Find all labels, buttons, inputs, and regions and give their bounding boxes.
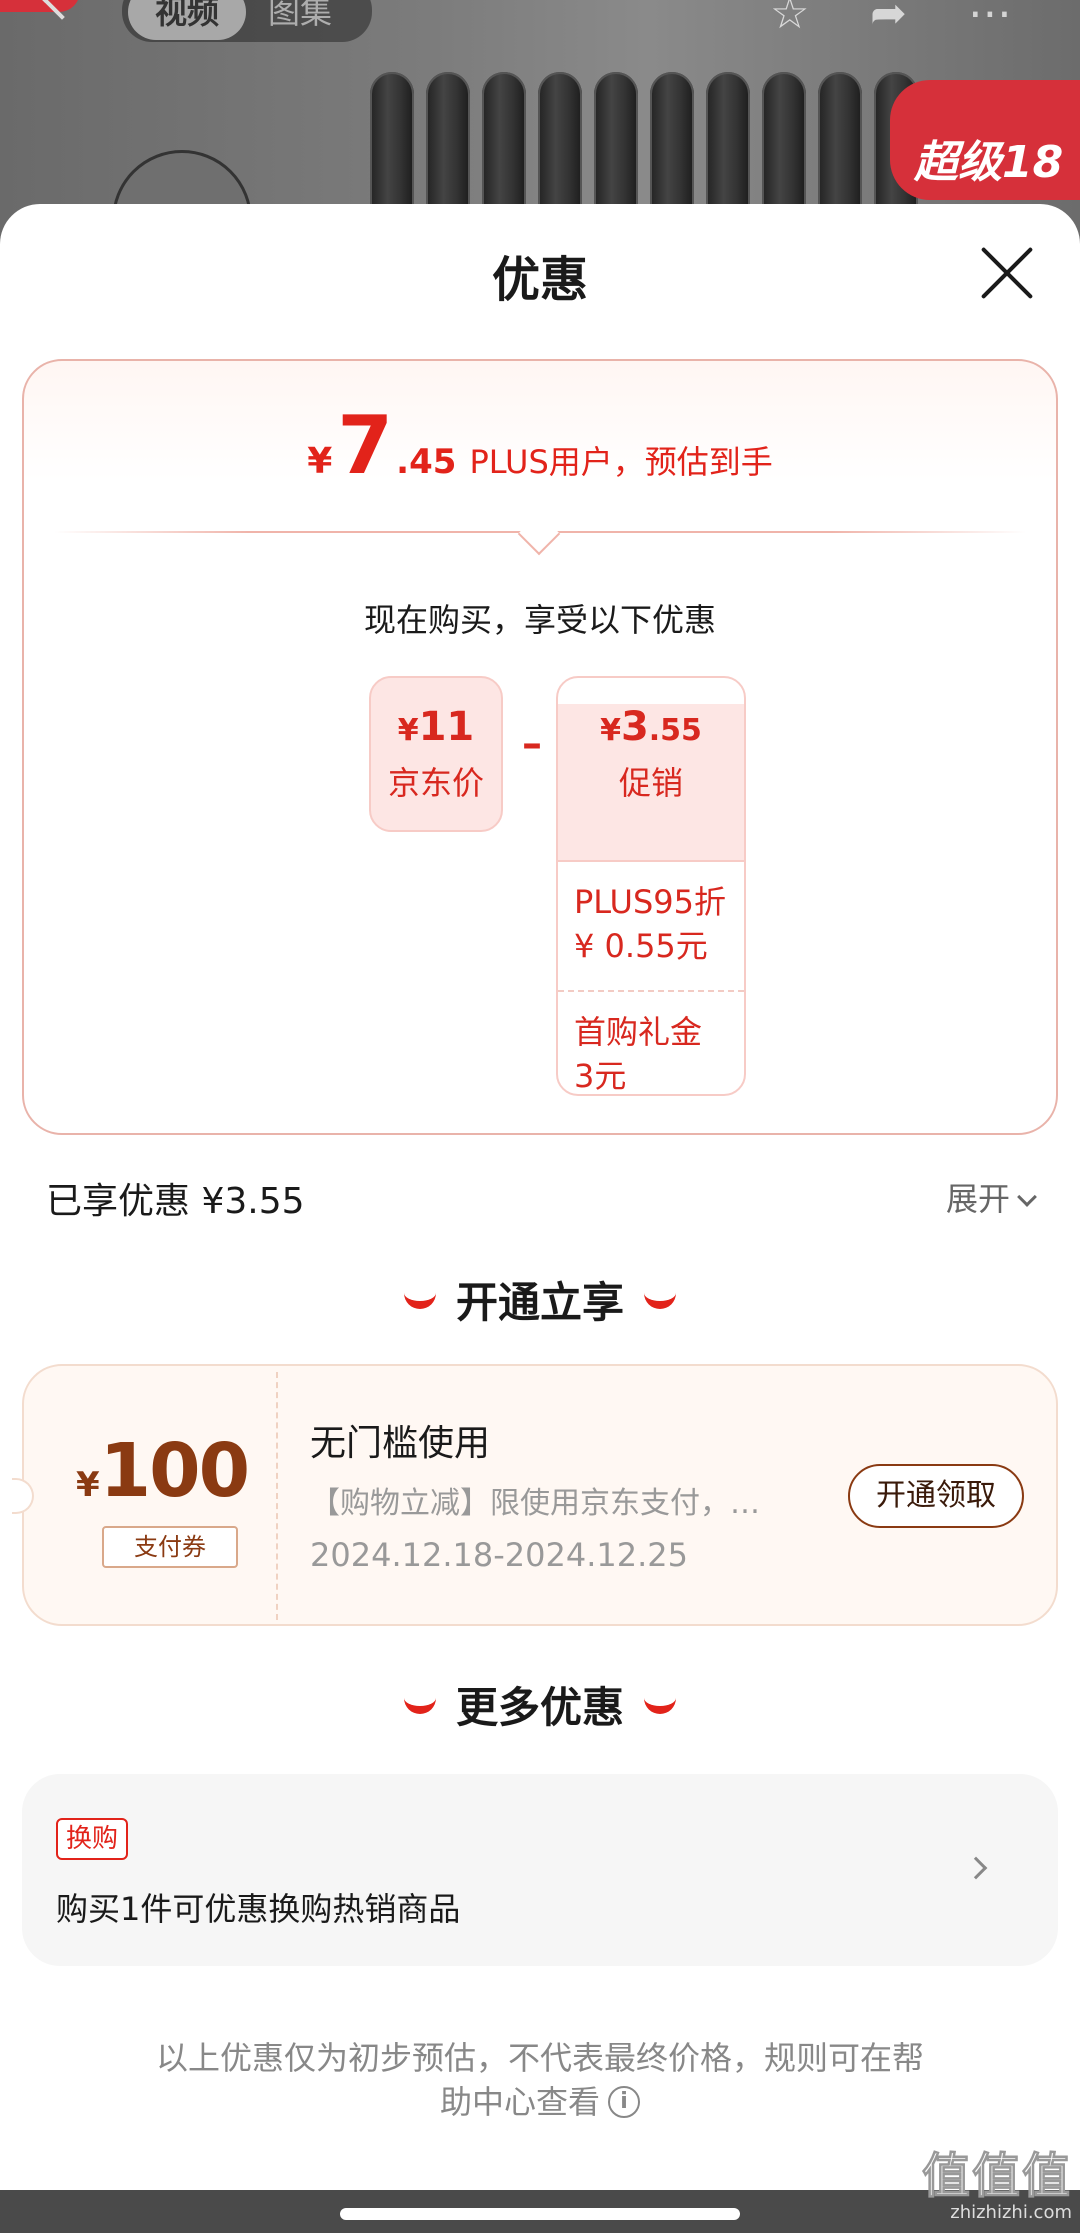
minus-sign: –: [522, 721, 542, 767]
expand-button[interactable]: 展开: [945, 1174, 1037, 1220]
promo-detail-plus: PLUS95折 ¥ 0.55元: [558, 860, 744, 990]
coupon-notch: [12, 1478, 34, 1514]
coupon-validity: 2024.12.18-2024.12.25: [310, 1536, 688, 1574]
promo-detail-amount: ¥ 0.55元: [574, 927, 708, 965]
section-open-heading: 开通立享: [0, 1269, 1080, 1330]
jd-price-label: 京东价: [387, 764, 484, 802]
divider-notch: [517, 512, 561, 556]
smile-decor-icon: [403, 1291, 436, 1309]
estimated-price: ¥ 7 .45 PLUS用户，预估到手: [24, 399, 1056, 492]
promo-detail-title: PLUS95折: [574, 883, 726, 921]
promo-currency: ¥: [600, 713, 621, 748]
estimate-label: PLUS用户，预估到手: [469, 443, 773, 481]
offer-tag: 换购: [56, 1818, 128, 1860]
discount-sheet: 优惠 ¥ 7 .45 PLUS用户，预估到手 现在购买，享受以下优惠 ¥11 京…: [0, 204, 1080, 2233]
info-icon[interactable]: i: [608, 2086, 640, 2118]
promo-badge: 超级18: [890, 80, 1080, 200]
disclaimer-line-2: 助中心查看: [439, 2083, 600, 2121]
promo-label: 促销: [618, 764, 683, 802]
promo-detail-title: 首购礼金: [574, 1013, 703, 1051]
watermark-url: zhizhizhi.com: [950, 2202, 1072, 2223]
coupon-description: 【购物立减】限使用京东支付，…: [310, 1486, 760, 1521]
tab-video[interactable]: 视频: [128, 0, 246, 40]
offer-text: 购买1件可优惠换购热销商品: [56, 1890, 461, 1928]
coupon-amount: ¥100: [76, 1428, 256, 1514]
breakdown-heading: 现在购买，享受以下优惠: [363, 601, 716, 639]
jd-price-currency: ¥: [397, 713, 419, 748]
price-estimate-card: ¥ 7 .45 PLUS用户，预估到手 现在购买，享受以下优惠 ¥11 京东价 …: [22, 359, 1058, 1135]
smile-decor-icon: [403, 1696, 436, 1714]
smile-decor-icon: [644, 1696, 676, 1714]
coupon-title: 无门槛使用: [310, 1423, 491, 1464]
product-image: [370, 72, 930, 222]
watermark-logo: 值值值: [921, 2148, 1072, 2204]
section-more-title: 更多优惠: [455, 1683, 624, 1732]
expand-label: 展开: [945, 1180, 1010, 1218]
section-open-title: 开通立享: [455, 1278, 624, 1327]
promo-box: ¥3.55 促销 PLUS95折 ¥ 0.55元 首购礼金 3元: [556, 676, 746, 1096]
coupon-currency: ¥: [76, 1465, 100, 1505]
claim-coupon-button[interactable]: 开通领取: [848, 1464, 1024, 1528]
promo-integer: 3: [620, 704, 649, 750]
enjoyed-discount: 已享优惠 ¥3.55: [46, 1181, 305, 1222]
jd-price-box: ¥11 京东价: [369, 676, 503, 832]
promo-detail-first-purchase: 首购礼金 3元: [558, 990, 744, 1095]
coupon-separator: [276, 1372, 278, 1620]
promo-decimal: .55: [648, 713, 702, 748]
watermark: 值值值 zhizhizhi.com: [921, 2148, 1072, 2224]
trade-up-offer[interactable]: 换购 购买1件可优惠换购热销商品: [22, 1774, 1058, 1966]
jd-price-value: 11: [418, 704, 475, 750]
disclaimer: 以上优惠仅为初步预估，不代表最终价格，规则可在帮 助中心查看 i: [120, 2036, 960, 2124]
estimate-decimal: .45: [396, 442, 457, 482]
tab-album[interactable]: 图集: [268, 0, 332, 40]
chevron-down-icon: [1017, 1187, 1037, 1207]
estimate-currency: ¥: [307, 441, 333, 482]
star-icon[interactable]: ☆: [770, 0, 809, 39]
promo-detail-amount: 3元: [574, 1057, 627, 1095]
home-indicator[interactable]: [340, 2208, 740, 2220]
chevron-right-icon: [964, 1856, 988, 1880]
section-more-heading: 更多优惠: [0, 1674, 1080, 1735]
coupon-value: 100: [99, 1428, 250, 1514]
smile-decor-icon: [644, 1291, 676, 1309]
share-icon[interactable]: ➦: [870, 0, 907, 39]
payment-coupon: ¥100 支付券 无门槛使用 【购物立减】限使用京东支付，… 2024.12.1…: [12, 1364, 1058, 1626]
close-icon[interactable]: [978, 244, 1036, 302]
more-icon[interactable]: ⋯: [968, 0, 1012, 39]
coupon-type-tag: 支付券: [102, 1526, 238, 1568]
sheet-title: 优惠: [491, 252, 588, 308]
estimate-integer: 7: [337, 399, 393, 492]
disclaimer-line-1: 以上优惠仅为初步预估，不代表最终价格，规则可在帮: [155, 2039, 924, 2077]
